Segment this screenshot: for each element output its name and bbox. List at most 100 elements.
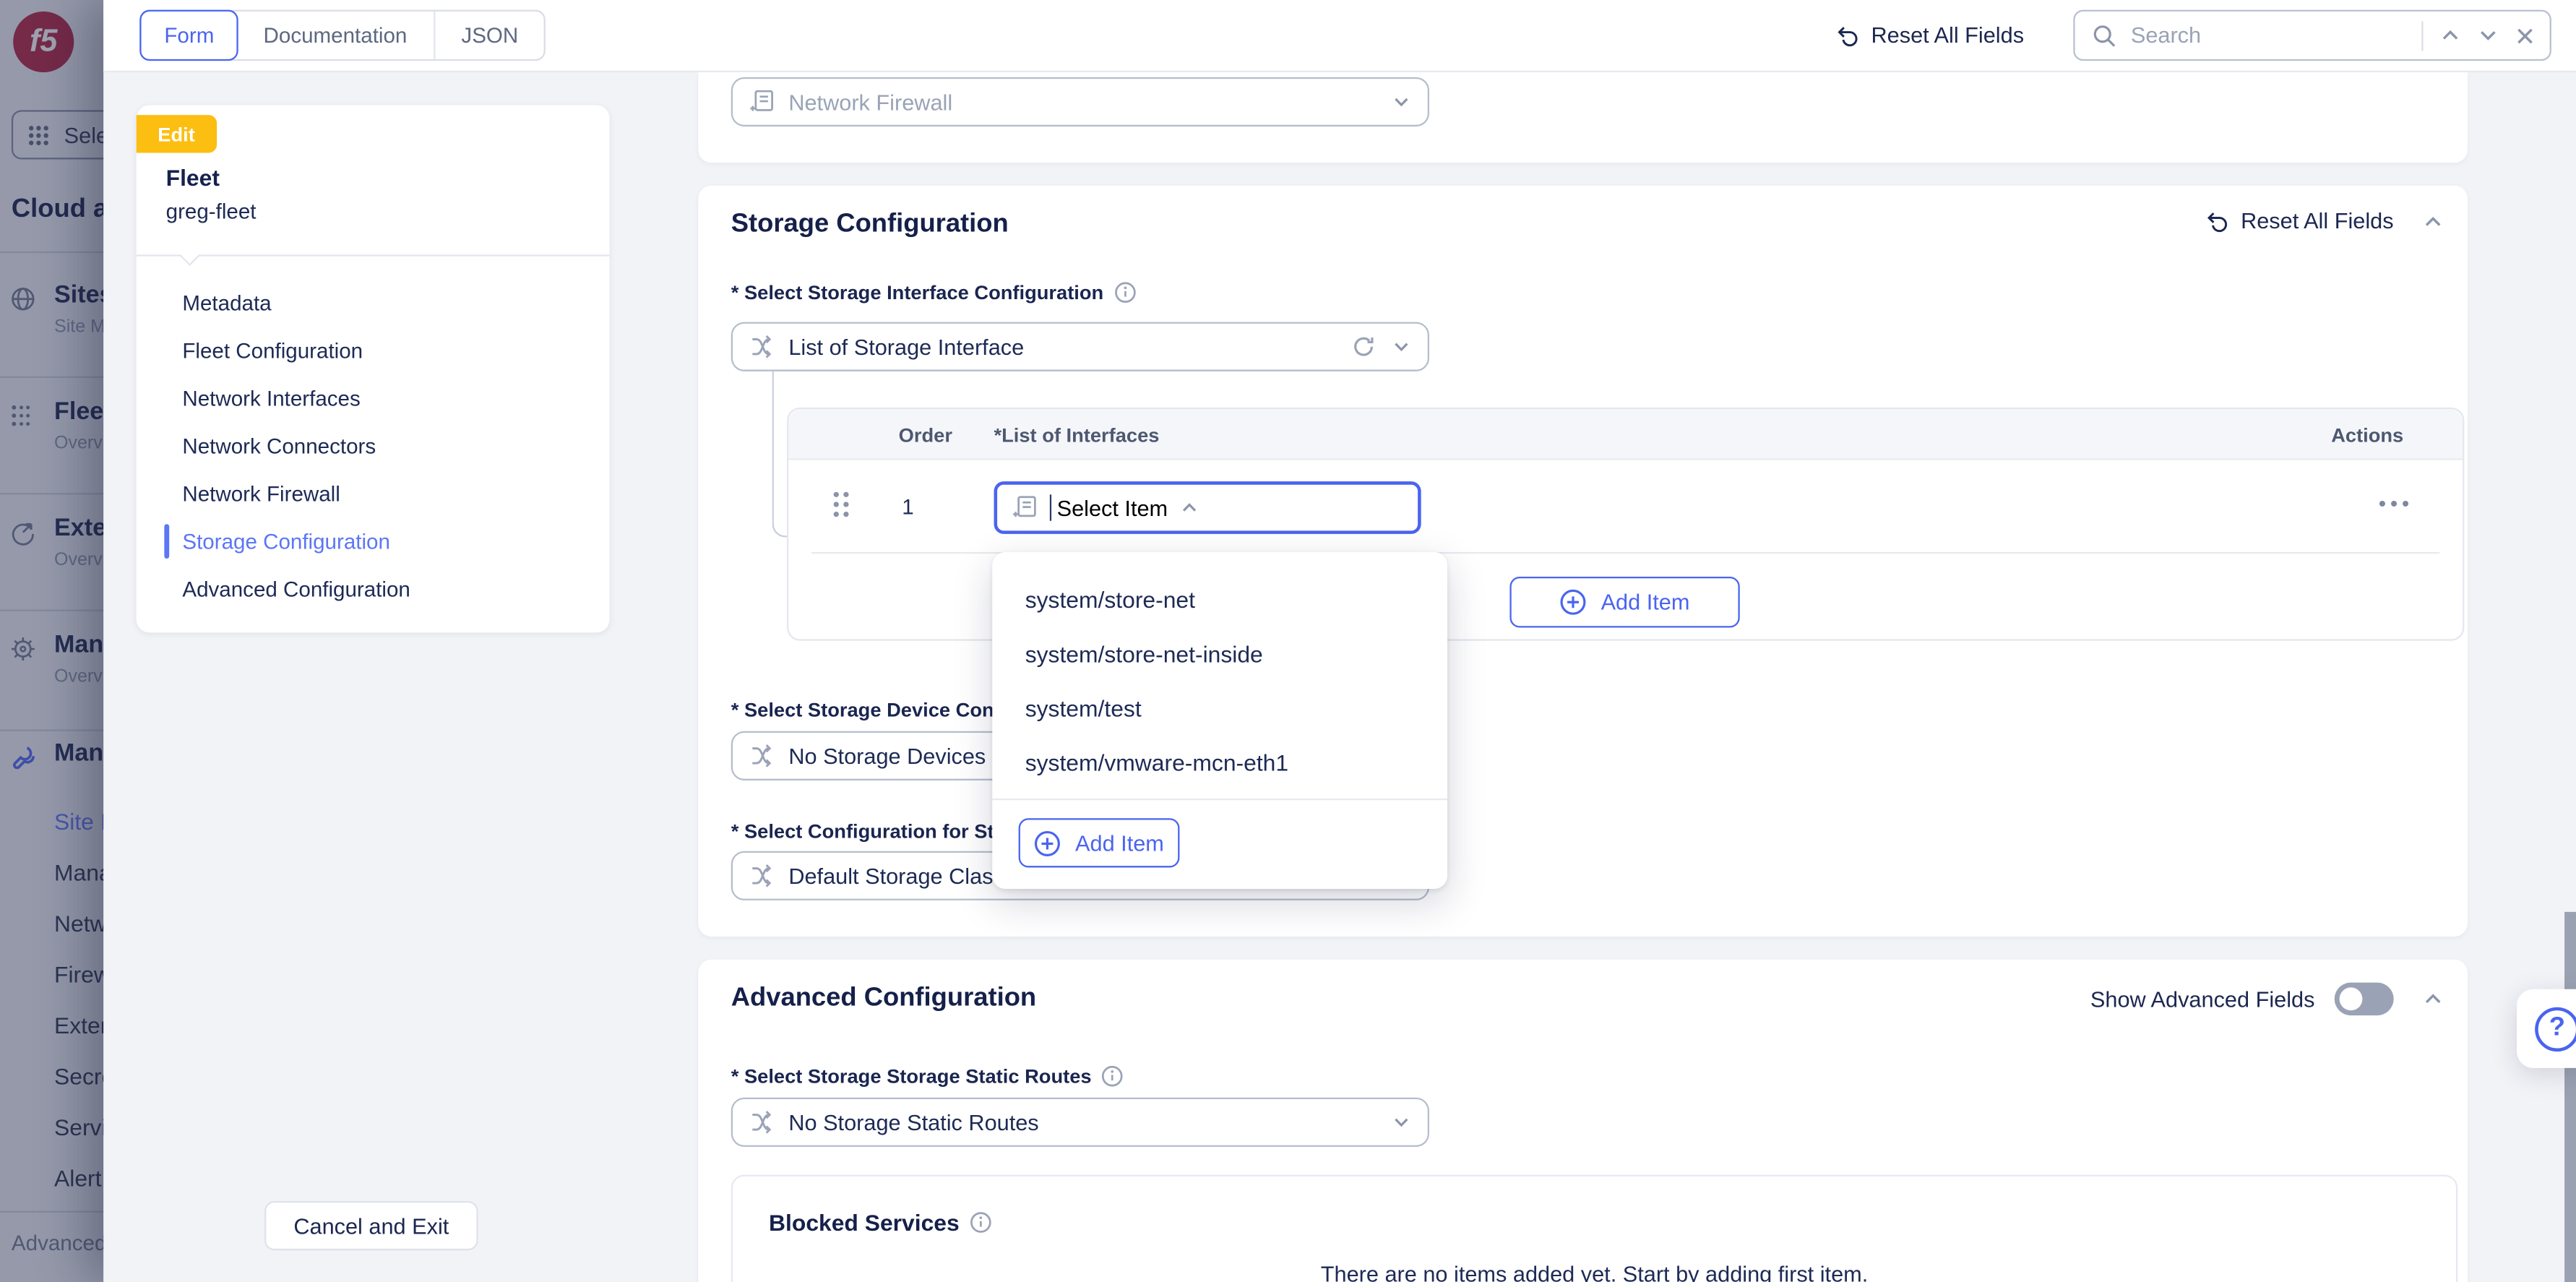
edit-badge: Edit <box>137 115 217 152</box>
advanced-section-title: Advanced Configuration <box>731 984 1036 1014</box>
show-advanced-fields-toggle[interactable] <box>2335 983 2394 1015</box>
show-advanced-fields-label: Show Advanced Fields <box>2090 986 2315 1011</box>
search-close-icon[interactable] <box>2515 25 2535 45</box>
static-routes-select[interactable]: No Storage Static Routes <box>731 1098 1429 1147</box>
toggle-knob <box>2340 987 2363 1010</box>
storage-interface-select[interactable]: List of Storage Interface <box>731 322 1429 371</box>
dropdown-option[interactable]: system/store-net <box>992 572 1447 626</box>
table-add-item-label: Add Item <box>1601 590 1690 614</box>
search-icon <box>2091 22 2117 48</box>
nav-item-network-interfaces[interactable]: Network Interfaces <box>137 374 610 422</box>
blocked-services-title: Blocked Services <box>769 1209 992 1235</box>
dropdown-option[interactable]: system/vmware-mcn-eth1 <box>992 734 1447 788</box>
branch-icon <box>749 863 775 889</box>
form-nav-card: Edit Fleet greg-fleet Metadata Fleet Con… <box>137 106 610 633</box>
dropdown-option[interactable]: system/store-net-inside <box>992 626 1447 680</box>
info-icon <box>1113 281 1137 304</box>
search-input[interactable] <box>2131 23 2408 48</box>
search-box <box>2073 10 2551 61</box>
collapse-section-icon[interactable] <box>2421 987 2444 1010</box>
network-firewall-placeholder: Network Firewall <box>788 90 952 114</box>
form-select-icon <box>1012 494 1038 520</box>
storage-reset-all-fields-label: Reset All Fields <box>2241 209 2394 233</box>
storage-device-value: No Storage Devices <box>788 744 986 768</box>
dropdown-add-item-label: Add Item <box>1075 830 1164 855</box>
dropdown-add-item-button[interactable]: Add Item <box>1019 818 1180 867</box>
static-routes-value: No Storage Static Routes <box>788 1110 1038 1135</box>
tab-form[interactable]: Form <box>139 10 238 61</box>
object-name: greg-fleet <box>166 199 257 223</box>
divider <box>137 254 610 256</box>
nav-item-fleet-configuration[interactable]: Fleet Configuration <box>137 327 610 374</box>
help-button[interactable]: ? <box>2517 989 2576 1068</box>
storage-interface-value: List of Storage Interface <box>788 335 1024 359</box>
plus-circle-icon <box>1034 829 1062 857</box>
form-sheet: Form Documentation JSON Reset All Fields <box>103 0 2576 1282</box>
nav-item-advanced-configuration[interactable]: Advanced Configuration <box>137 565 610 613</box>
reset-all-fields-label: Reset All Fields <box>1871 23 2025 48</box>
branch-icon <box>749 334 775 360</box>
app-sidebar: f5 Sele Cloud a Sites Site M <box>0 0 103 1282</box>
chevron-down-icon <box>1392 337 1411 356</box>
row-order-value: 1 <box>902 494 913 519</box>
collapse-section-icon[interactable] <box>2421 210 2444 233</box>
sheet-topbar: Form Documentation JSON Reset All Fields <box>103 0 2576 72</box>
chevron-down-icon <box>1392 1112 1411 1132</box>
divider-notch <box>179 245 200 266</box>
tab-json[interactable]: JSON <box>434 12 545 59</box>
nav-item-network-connectors[interactable]: Network Connectors <box>137 422 610 470</box>
select-item-combobox[interactable]: Select Item <box>994 481 1421 534</box>
search-controls <box>2421 20 2535 50</box>
question-icon: ? <box>2535 1007 2576 1051</box>
storage-section-title: Storage Configuration <box>731 210 1009 240</box>
chevron-up-icon <box>1179 498 1199 517</box>
sheet-body: Edit Fleet greg-fleet Metadata Fleet Con… <box>103 72 2576 1282</box>
storage-interface-label: * Select Storage Interface Configuration <box>731 281 1137 304</box>
nav-item-storage-configuration[interactable]: Storage Configuration <box>137 517 610 565</box>
reset-all-fields-button[interactable]: Reset All Fields <box>1835 23 2024 48</box>
search-next-icon[interactable] <box>2478 25 2499 46</box>
blocked-services-empty-text: There are no items added yet. Start by a… <box>733 1262 2456 1282</box>
network-firewall-card: Network Firewall <box>698 72 2468 163</box>
storage-configuration-card: Storage Configuration Reset All Fields *… <box>698 186 2468 937</box>
divider <box>2421 20 2423 50</box>
nav-item-network-firewall[interactable]: Network Firewall <box>137 470 610 517</box>
nav-item-metadata[interactable]: Metadata <box>137 280 610 327</box>
reset-icon <box>2205 209 2229 233</box>
dropdown-option[interactable]: system/test <box>992 680 1447 734</box>
col-list-of-interfaces: *List of Interfaces <box>994 424 1160 447</box>
row-actions-menu[interactable]: ••• <box>2379 491 2413 516</box>
col-actions: Actions <box>2331 424 2403 447</box>
select-item-dropdown: system/store-net system/store-net-inside… <box>992 552 1447 889</box>
form-select-icon <box>749 89 775 115</box>
select-item-placeholder: Select Item <box>1057 495 1168 520</box>
search-prev-icon[interactable] <box>2439 25 2461 46</box>
blocked-services-card: Blocked Services There are no items adde… <box>731 1175 2458 1282</box>
modal-scrim <box>0 0 103 1282</box>
vertical-scrollbar-thumb[interactable] <box>2564 912 2576 1282</box>
storage-class-value: Default Storage Class <box>788 864 1004 888</box>
static-routes-label: * Select Storage Storage Static Routes <box>731 1064 1124 1088</box>
info-icon <box>969 1211 992 1234</box>
info-icon <box>1101 1064 1124 1088</box>
cancel-and-exit-button[interactable]: Cancel and Exit <box>264 1201 478 1250</box>
f5-console-app: f5 Sele Cloud a Sites Site M <box>0 0 2576 1282</box>
refresh-icon[interactable] <box>1352 335 1375 358</box>
divider <box>992 799 1447 800</box>
plus-circle-icon <box>1560 588 1588 616</box>
tab-documentation[interactable]: Documentation <box>237 12 434 59</box>
object-type: Fleet <box>166 164 220 190</box>
view-tabs: Form Documentation JSON <box>139 10 546 61</box>
table-add-item-button[interactable]: Add Item <box>1509 577 1739 627</box>
section-nav: Metadata Fleet Configuration Network Int… <box>137 280 610 614</box>
chevron-down-icon <box>1392 92 1411 111</box>
branch-icon <box>749 1109 775 1135</box>
drag-handle-icon[interactable] <box>831 490 850 520</box>
branch-icon <box>749 743 775 769</box>
network-firewall-select[interactable]: Network Firewall <box>731 77 1429 126</box>
advanced-configuration-card: Advanced Configuration Show Advanced Fie… <box>698 960 2468 1282</box>
reset-icon <box>1835 23 1859 48</box>
table-header: Order *List of Interfaces Actions <box>788 409 2463 460</box>
col-order: Order <box>899 424 952 447</box>
storage-reset-all-fields-button[interactable]: Reset All Fields <box>2205 209 2394 233</box>
